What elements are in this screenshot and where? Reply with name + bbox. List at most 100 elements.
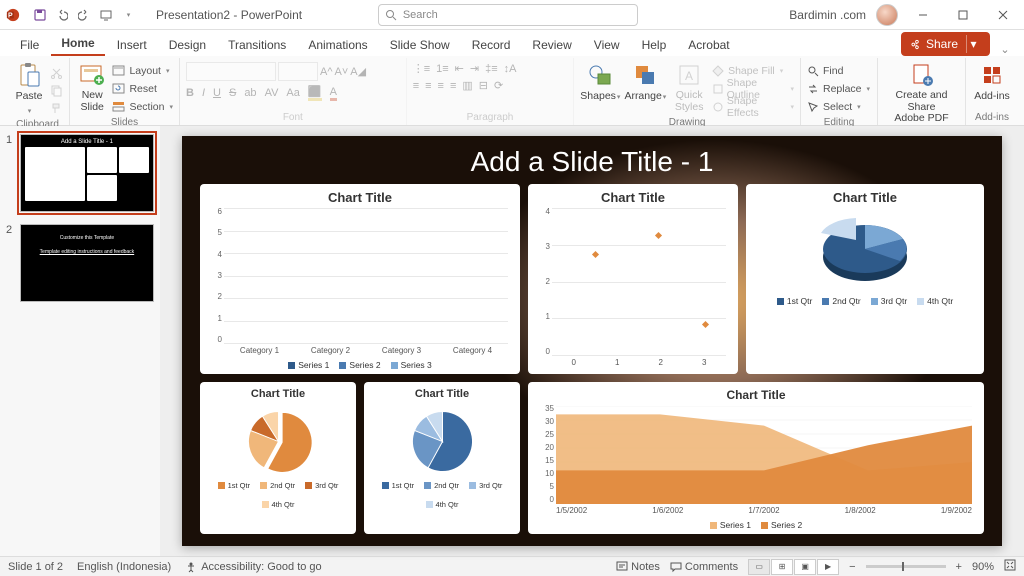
find-button[interactable]: Find: [807, 62, 870, 79]
bullets-button[interactable]: ⋮≡: [413, 62, 430, 75]
tab-home[interactable]: Home: [51, 31, 104, 56]
redo-icon[interactable]: [74, 5, 94, 25]
close-button[interactable]: [988, 2, 1018, 28]
chart-scatter[interactable]: Chart Title 01234 0123: [528, 184, 738, 374]
justify-button[interactable]: ≡: [450, 80, 456, 92]
notes-button[interactable]: Notes: [616, 561, 660, 573]
format-painter-button[interactable]: [50, 100, 63, 117]
highlight-button[interactable]: ⬛: [308, 85, 322, 101]
language[interactable]: English (Indonesia): [77, 561, 171, 573]
title-bar: P Presentation2 - PowerPoint Search Bard…: [0, 0, 1024, 30]
indent-inc-button[interactable]: ⇥: [470, 62, 479, 75]
chart-pie-blue[interactable]: Chart Title 1st Qtr 2nd Qtr 3rd Qtr 4th …: [364, 382, 520, 534]
chart-area[interactable]: Chart Title 05101520253035 1/5/20021/6/2…: [528, 382, 984, 534]
tab-record[interactable]: Record: [462, 33, 521, 56]
italic-button[interactable]: I: [202, 87, 205, 99]
addins-button[interactable]: Add-ins: [972, 62, 1012, 102]
cut-button[interactable]: [50, 64, 63, 81]
tab-design[interactable]: Design: [159, 33, 216, 56]
fit-to-window-button[interactable]: [1004, 559, 1016, 574]
qat-more-icon[interactable]: [118, 5, 138, 25]
align-center-button[interactable]: ≡: [425, 80, 431, 92]
adobe-pdf-button[interactable]: Create and Share Adobe PDF: [884, 62, 959, 125]
quick-styles-button[interactable]: AQuick Styles: [670, 62, 708, 113]
decrease-font-button[interactable]: A˅: [335, 66, 349, 78]
columns-button[interactable]: ▥: [462, 79, 472, 92]
slide-position[interactable]: Slide 1 of 2: [8, 561, 63, 573]
zoom-out-button[interactable]: −: [849, 561, 855, 573]
tab-animations[interactable]: Animations: [298, 33, 377, 56]
shape-effects-button[interactable]: Shape Effects: [712, 98, 794, 115]
change-case-button[interactable]: Aa: [286, 87, 299, 99]
replace-button[interactable]: Replace: [807, 80, 870, 97]
chart-title: Chart Title: [754, 190, 976, 205]
save-icon[interactable]: [30, 5, 50, 25]
shadow-button[interactable]: ab: [244, 87, 256, 99]
chart-pie-orange[interactable]: Chart Title 1st Qtr 2nd Qtr 3rd Qtr 4th …: [200, 382, 356, 534]
view-buttons: ▭ ⊞ ▣ ▶: [748, 559, 839, 575]
tab-review[interactable]: Review: [522, 33, 581, 56]
tab-slideshow[interactable]: Slide Show: [380, 33, 460, 56]
increase-font-button[interactable]: A^: [320, 66, 333, 78]
zoom-slider[interactable]: [866, 565, 946, 568]
section-button[interactable]: Section: [112, 98, 173, 115]
tab-help[interactable]: Help: [632, 33, 677, 56]
avatar[interactable]: [876, 4, 898, 26]
tab-transitions[interactable]: Transitions: [218, 33, 296, 56]
align-right-button[interactable]: ≡: [438, 80, 444, 92]
zoom-in-button[interactable]: +: [956, 561, 962, 573]
underline-button[interactable]: U: [213, 87, 221, 99]
font-color-button[interactable]: A: [330, 86, 337, 101]
select-button[interactable]: Select: [807, 98, 870, 115]
slide-title[interactable]: Add a Slide Title - 1: [182, 136, 1002, 184]
spacing-button[interactable]: AV: [265, 87, 279, 99]
align-text-button[interactable]: ⊟: [479, 79, 488, 92]
slideshow-view-button[interactable]: ▶: [817, 559, 839, 575]
tab-insert[interactable]: Insert: [107, 33, 157, 56]
text-direction-button[interactable]: ↕A: [504, 63, 517, 75]
numbering-button[interactable]: 1≡: [436, 63, 449, 75]
from-beginning-icon[interactable]: [96, 5, 116, 25]
legend: 1st Qtr 2nd Qtr 3rd Qtr 4th Qtr: [372, 481, 512, 509]
shapes-button[interactable]: Shapes: [580, 62, 620, 102]
sorter-view-button[interactable]: ⊞: [771, 559, 793, 575]
strike-button[interactable]: S: [229, 87, 236, 99]
tab-file[interactable]: File: [10, 33, 49, 56]
comments-button[interactable]: Comments: [670, 561, 738, 573]
user-name[interactable]: Bardimin .com: [789, 8, 866, 22]
new-slide-button[interactable]: New Slide: [76, 62, 108, 113]
maximize-button[interactable]: [948, 2, 978, 28]
share-button[interactable]: Share ▾: [901, 32, 990, 56]
undo-icon[interactable]: [52, 5, 72, 25]
normal-view-button[interactable]: ▭: [748, 559, 770, 575]
indent-dec-button[interactable]: ⇤: [455, 62, 464, 75]
paste-button[interactable]: Paste: [12, 62, 46, 116]
group-addins-label: Add-ins: [972, 110, 1012, 125]
tab-view[interactable]: View: [584, 33, 630, 56]
chart-bar[interactable]: Chart Title 0123456 Category 1Category 2…: [200, 184, 520, 374]
ribbon-options-icon[interactable]: ⌄: [996, 43, 1014, 56]
clear-formatting-button[interactable]: A◢: [350, 65, 366, 78]
search-input[interactable]: Search: [378, 4, 638, 26]
chart-pie-3d[interactable]: Chart Title 1st Qtr 2nd Qtr 3rd Qtr 4th …: [746, 184, 984, 374]
slide: Add a Slide Title - 1 Chart Title 012345…: [182, 136, 1002, 546]
align-left-button[interactable]: ≡: [413, 80, 419, 92]
share-chevron-icon[interactable]: ▾: [966, 35, 980, 53]
slide-thumbnail-1[interactable]: Add a Slide Title - 1: [20, 134, 154, 212]
reset-button[interactable]: Reset: [112, 80, 173, 97]
reading-view-button[interactable]: ▣: [794, 559, 816, 575]
tab-acrobat[interactable]: Acrobat: [678, 33, 739, 56]
line-spacing-button[interactable]: ‡≡: [485, 63, 498, 75]
pie-svg: [405, 404, 480, 479]
zoom-level[interactable]: 90%: [972, 561, 994, 573]
slide-canvas[interactable]: Add a Slide Title - 1 Chart Title 012345…: [160, 126, 1024, 556]
layout-button[interactable]: Layout: [112, 62, 173, 79]
accessibility-status[interactable]: Accessibility: Good to go: [185, 561, 321, 573]
x-axis-labels: 1/5/20021/6/20021/7/20021/8/20021/9/2002: [556, 506, 972, 518]
slide-thumbnail-2[interactable]: Customize this Template Template editing…: [20, 224, 154, 302]
arrange-button[interactable]: Arrange: [624, 62, 666, 102]
minimize-button[interactable]: [908, 2, 938, 28]
smartart-button[interactable]: ⟳: [494, 79, 503, 92]
bold-button[interactable]: B: [186, 87, 194, 99]
copy-button[interactable]: [50, 82, 63, 99]
